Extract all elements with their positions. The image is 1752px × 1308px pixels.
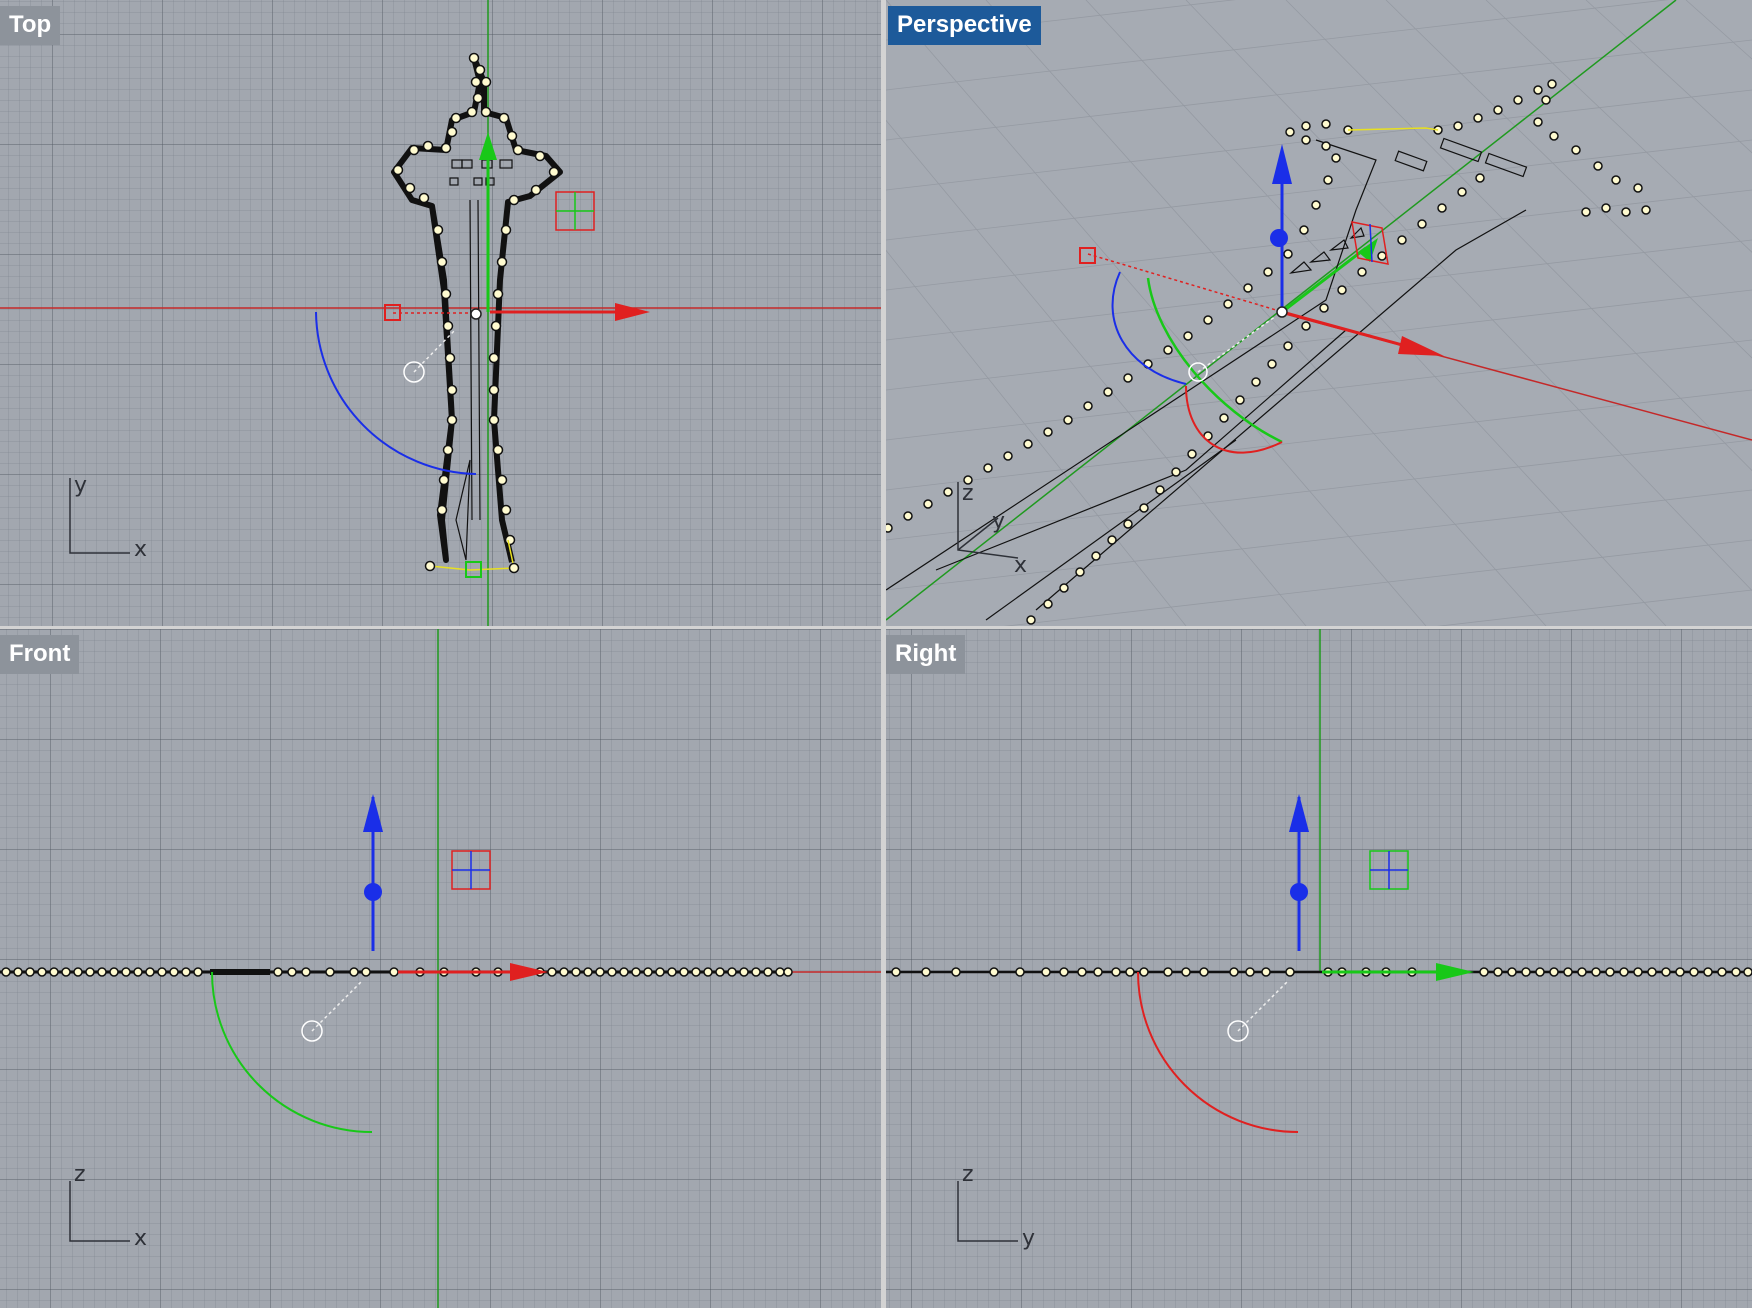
axis-label-b: x (134, 1226, 147, 1251)
viewport-front[interactable]: z x Front (0, 629, 881, 1308)
gizmo-plane-handle[interactable] (555, 191, 595, 231)
gizmo-plane-handle[interactable] (1369, 850, 1409, 890)
viewport-title[interactable]: Right (886, 635, 966, 674)
axis-label-a: z (74, 1162, 86, 1187)
gizmo-z-scale-handle[interactable] (1270, 229, 1288, 247)
viewport-title[interactable]: Top (0, 6, 61, 45)
top-view-canvas[interactable]: y x (0, 0, 881, 626)
gizmo-x-arrow[interactable] (615, 303, 650, 321)
viewport-perspective[interactable]: z y x Perspective (886, 0, 1752, 626)
gizmo-z-scale-handle[interactable] (364, 883, 382, 901)
viewport-title[interactable]: Perspective (888, 6, 1041, 45)
gizmo-y-shaft[interactable] (1281, 246, 1367, 314)
gizmo-x-arrow[interactable] (510, 963, 548, 981)
axis-label-b: x (134, 537, 147, 562)
axis-label-b: y (1022, 1226, 1035, 1251)
needle-control-points[interactable] (886, 79, 1651, 625)
gizmo-z-scale-handle[interactable] (1290, 883, 1308, 901)
axis-label-a: z (962, 1162, 974, 1187)
gizmo-y-arrow[interactable] (1436, 963, 1474, 981)
axis-icon: z y (957, 1162, 1035, 1251)
front-view-canvas[interactable]: z x (0, 629, 881, 1308)
axis-label-a: z (962, 481, 974, 506)
perspective-view-canvas[interactable]: z y x (886, 0, 1752, 626)
axis-label-a: y (74, 473, 87, 498)
needle-control-points[interactable] (392, 52, 560, 546)
gizmo-center[interactable] (470, 308, 482, 320)
axis-icon: z x (69, 1162, 147, 1251)
control-point[interactable] (424, 560, 436, 572)
gizmo-z-arrow[interactable] (1289, 794, 1309, 832)
axis-icon: y x (69, 473, 147, 562)
perspective-grid (886, 0, 1752, 626)
gizmo-z-arrow[interactable] (1272, 144, 1292, 184)
axis-icon: z y x (957, 481, 1027, 578)
axis-label-b: y (992, 509, 1005, 534)
gizmo-z-arrow[interactable] (363, 794, 383, 832)
gizmo-plane-handle[interactable] (451, 850, 491, 890)
control-polygon (1347, 127, 1439, 131)
gizmo-scale-x-handle[interactable] (1079, 247, 1096, 264)
control-point[interactable] (508, 562, 520, 574)
gizmo-x-shaft[interactable] (1281, 310, 1407, 348)
viewport-right[interactable]: z y Right (886, 629, 1752, 1308)
gizmo-center[interactable] (1276, 306, 1288, 318)
viewport-top[interactable]: y x Top (0, 0, 881, 626)
viewport-title[interactable]: Front (0, 635, 80, 674)
axis-label-c: x (1014, 553, 1027, 578)
gizmo-y-arrow[interactable] (479, 132, 497, 160)
gizmo-x-arrow[interactable] (1398, 336, 1444, 356)
right-view-canvas[interactable]: z y (886, 629, 1752, 1308)
